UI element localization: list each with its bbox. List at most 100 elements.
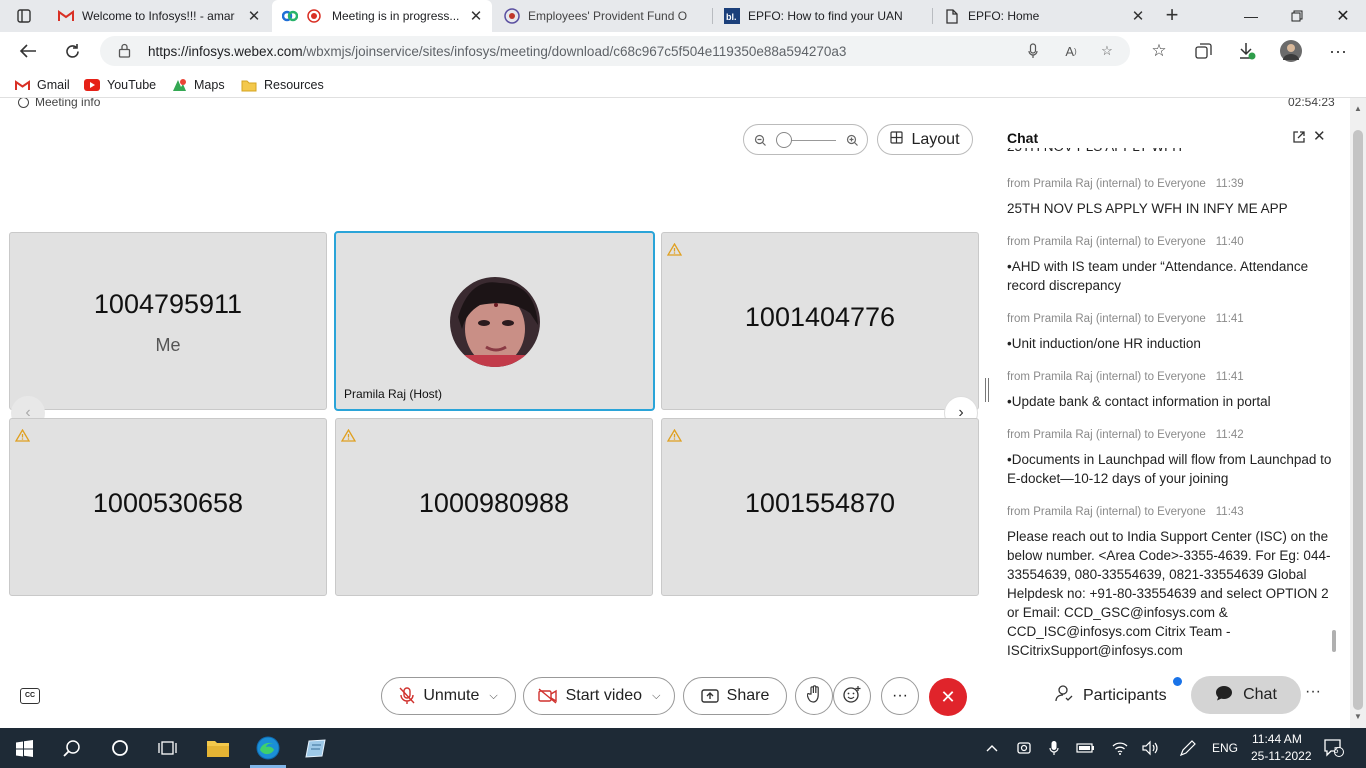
url-field[interactable]: https://infosys.webex.com/wbxmjs/joinser… bbox=[100, 36, 1130, 66]
microphone-icon[interactable] bbox=[1042, 736, 1066, 760]
warning-icon bbox=[14, 428, 31, 447]
chevron-down-icon[interactable]: ⌵ bbox=[489, 690, 497, 703]
settings-more-icon[interactable]: ··· bbox=[1325, 38, 1351, 64]
chat-button[interactable]: Chat bbox=[1191, 676, 1301, 714]
grid-icon bbox=[890, 130, 904, 149]
edge-browser-icon[interactable] bbox=[256, 736, 280, 760]
minimize-icon[interactable]: — bbox=[1228, 0, 1274, 32]
notifications-icon[interactable]: 5 bbox=[1322, 736, 1346, 760]
leave-meeting-button[interactable]: ✕ bbox=[929, 678, 967, 716]
pen-icon[interactable] bbox=[1176, 736, 1200, 760]
camera-tray-icon[interactable] bbox=[1012, 736, 1036, 760]
meeting-info-button[interactable]: Meeting info bbox=[18, 98, 100, 109]
tab-epfo-uan[interactable]: bl. EPFO: How to find your UAN bbox=[714, 0, 932, 32]
close-icon[interactable]: ✕ bbox=[1313, 127, 1326, 145]
back-icon[interactable] bbox=[15, 38, 41, 64]
layout-button[interactable]: Layout bbox=[877, 124, 973, 155]
scroll-up-icon[interactable]: ▲ bbox=[1354, 104, 1362, 113]
tab-epfo-provident[interactable]: Employees' Provident Fund O bbox=[494, 0, 712, 32]
battery-icon[interactable] bbox=[1074, 736, 1098, 760]
add-favorite-icon[interactable]: ☆ bbox=[1098, 42, 1116, 60]
scrollbar-thumb[interactable] bbox=[1353, 130, 1363, 710]
bookmark-youtube[interactable]: YouTube bbox=[84, 76, 156, 94]
avatar[interactable] bbox=[1278, 38, 1304, 64]
bookmark-maps[interactable]: Maps bbox=[171, 76, 225, 94]
participant-tile[interactable]: 1000980988 bbox=[335, 418, 653, 596]
popout-icon[interactable] bbox=[1293, 130, 1305, 148]
more-panels-icon[interactable]: ··· bbox=[1305, 683, 1321, 701]
bookmark-gmail[interactable]: Gmail bbox=[14, 76, 70, 94]
zoom-control[interactable] bbox=[743, 124, 868, 155]
volume-icon[interactable] bbox=[1138, 736, 1162, 760]
participant-tile-me[interactable]: 1004795911 Me bbox=[9, 232, 327, 410]
notes-app-icon[interactable] bbox=[304, 736, 328, 760]
participant-tile-host[interactable]: Pramila Raj (Host) bbox=[334, 231, 655, 411]
wifi-icon[interactable] bbox=[1108, 736, 1132, 760]
task-view-icon[interactable] bbox=[156, 736, 180, 760]
tab-webex-meeting[interactable]: Meeting is in progress... ✕ bbox=[272, 0, 492, 32]
more-options-button[interactable]: ··· bbox=[881, 677, 919, 715]
chat-scrollbar[interactable] bbox=[1332, 630, 1336, 652]
bookmark-label: Maps bbox=[194, 78, 225, 92]
participant-tile[interactable]: 1001404776 bbox=[661, 232, 979, 410]
meeting-info-label: Meeting info bbox=[35, 98, 101, 109]
chat-message-text: •Unit induction/one HR induction bbox=[1007, 336, 1201, 351]
participant-number: 1004795911 bbox=[93, 289, 243, 319]
tab-title: Employees' Provident Fund O bbox=[528, 9, 688, 23]
chat-message-text: •AHD with IS team under “Attendance. Att… bbox=[1007, 259, 1309, 293]
closed-captions-button[interactable]: CC bbox=[20, 688, 40, 704]
clock-date[interactable]: 25-11-2022 bbox=[1251, 749, 1312, 763]
close-icon[interactable]: ✕ bbox=[466, 7, 486, 25]
favorites-icon[interactable]: ☆ bbox=[1146, 38, 1172, 64]
tab-gmail[interactable]: Welcome to Infosys!!! - amar ✕ bbox=[48, 0, 270, 32]
participant-tile[interactable]: 1001554870 bbox=[661, 418, 979, 596]
scroll-down-icon[interactable]: ▼ bbox=[1354, 712, 1362, 721]
participant-tile[interactable]: 1000530658 bbox=[9, 418, 327, 596]
bookmark-resources[interactable]: Resources bbox=[241, 76, 324, 94]
host-avatar bbox=[450, 277, 540, 367]
microphone-icon[interactable] bbox=[1024, 42, 1042, 60]
chat-time: 11:41 bbox=[1215, 371, 1244, 383]
close-window-icon[interactable]: ✕ bbox=[1320, 0, 1366, 32]
refresh-icon[interactable] bbox=[59, 38, 85, 64]
zoom-in-icon[interactable] bbox=[846, 134, 859, 147]
tab-actions-icon[interactable] bbox=[10, 6, 38, 26]
close-icon[interactable]: ✕ bbox=[244, 7, 264, 25]
participants-icon bbox=[1055, 684, 1073, 707]
cortana-icon[interactable] bbox=[108, 736, 132, 760]
restore-icon[interactable] bbox=[1274, 0, 1320, 32]
chat-time: 11:39 bbox=[1215, 178, 1244, 190]
new-tab-icon[interactable]: + bbox=[1160, 4, 1184, 28]
language-indicator[interactable]: ENG bbox=[1212, 741, 1238, 755]
page-scrollbar[interactable]: ▲ ▼ bbox=[1350, 98, 1366, 728]
warning-icon bbox=[666, 428, 683, 447]
show-hidden-icons[interactable] bbox=[980, 736, 1004, 760]
file-explorer-icon[interactable] bbox=[206, 736, 230, 760]
url-text: https://infosys.webex.com/wbxmjs/joinser… bbox=[148, 44, 847, 59]
panel-resize-handle[interactable] bbox=[985, 378, 989, 402]
chat-messages[interactable]: 25TH NOV PLS APPLY WFH from Pramila Raj … bbox=[995, 148, 1340, 668]
read-aloud-icon[interactable]: A) bbox=[1062, 42, 1080, 60]
share-button[interactable]: Share bbox=[683, 677, 787, 715]
zoom-slider-knob[interactable] bbox=[776, 132, 792, 148]
clock-time[interactable]: 11:44 AM bbox=[1252, 732, 1302, 746]
downloads-icon[interactable] bbox=[1234, 38, 1260, 64]
collections-icon[interactable] bbox=[1190, 38, 1216, 64]
chevron-down-icon[interactable]: ⌵ bbox=[652, 690, 660, 703]
participants-notification-dot bbox=[1173, 677, 1182, 686]
participants-button[interactable]: Participants bbox=[1055, 684, 1167, 707]
chat-sender: from Pramila Raj (internal) to Everyone bbox=[1007, 236, 1206, 248]
folder-icon bbox=[241, 78, 257, 92]
chat-button-label: Chat bbox=[1243, 686, 1277, 703]
zoom-out-icon[interactable] bbox=[754, 134, 767, 147]
lock-icon[interactable] bbox=[118, 43, 131, 63]
close-icon[interactable]: ✕ bbox=[1128, 7, 1148, 25]
windows-start-icon[interactable] bbox=[12, 736, 36, 760]
tab-epfo-home[interactable]: EPFO: Home ✕ bbox=[934, 0, 1154, 32]
gmail-icon bbox=[58, 8, 74, 24]
raise-hand-button[interactable] bbox=[795, 677, 833, 715]
search-icon[interactable] bbox=[60, 736, 84, 760]
reactions-button[interactable] bbox=[833, 677, 871, 715]
start-video-button[interactable]: Start video ⌵ bbox=[523, 677, 675, 715]
unmute-button[interactable]: Unmute ⌵ bbox=[381, 677, 516, 715]
